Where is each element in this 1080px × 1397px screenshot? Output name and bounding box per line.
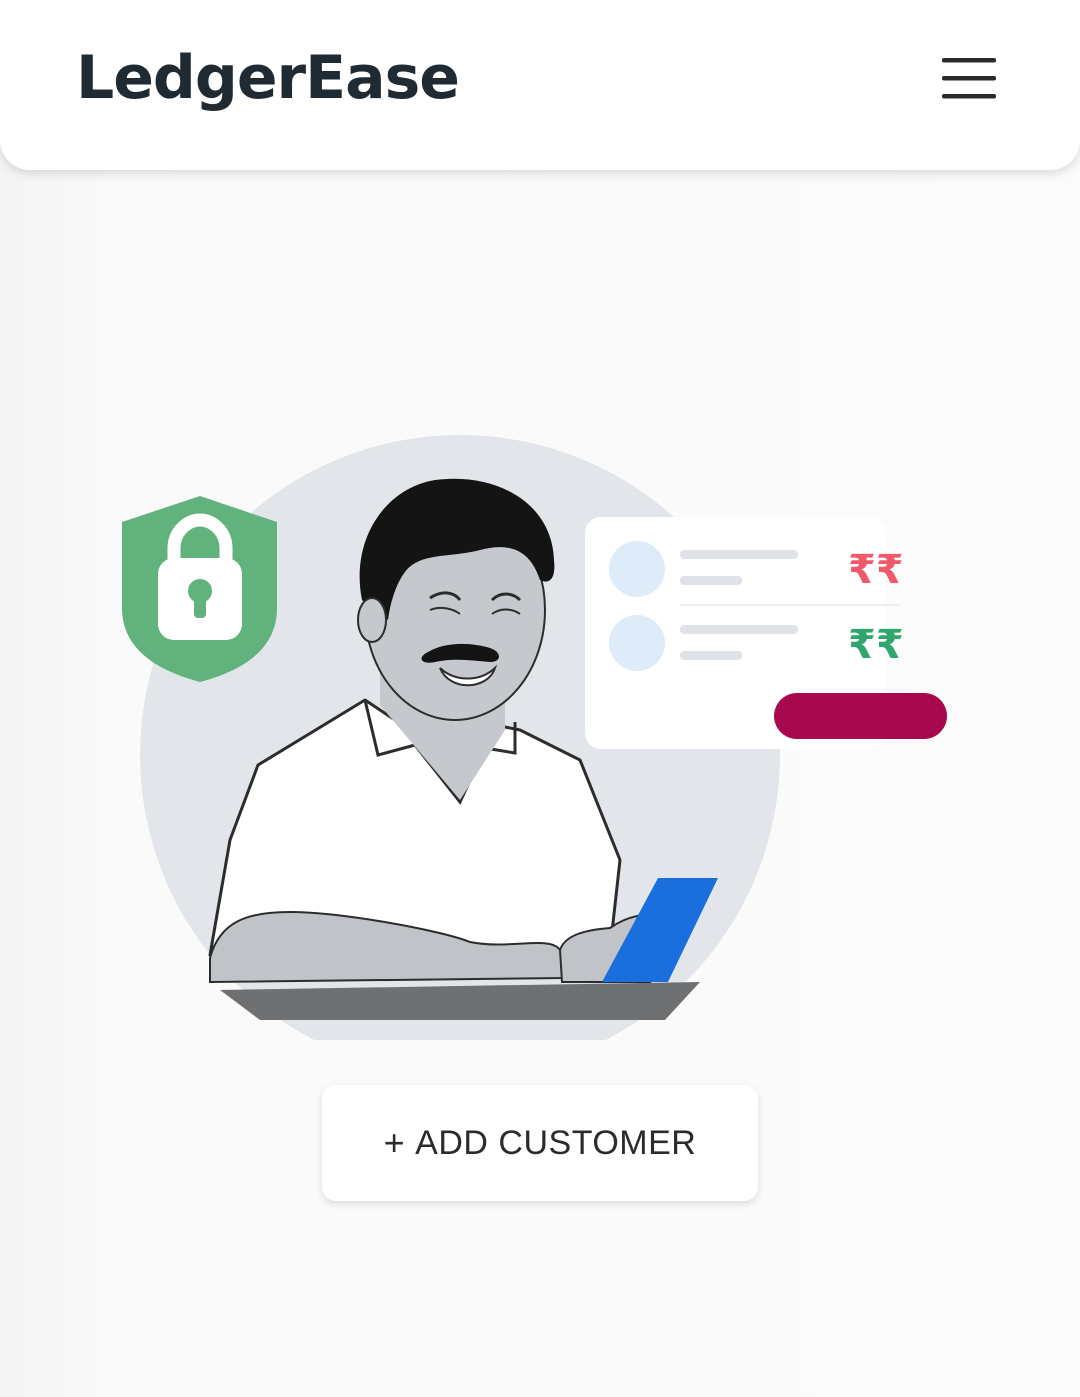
pay-pill	[774, 693, 947, 739]
plus-icon: +	[383, 1122, 406, 1163]
customer-avatar-2	[609, 615, 665, 671]
hamburger-menu-icon	[942, 58, 996, 99]
customer-avatar-1	[609, 541, 665, 597]
add-customer-button[interactable]: + ADD CUSTOMER	[322, 1085, 758, 1201]
app-title: LedgerEase	[76, 43, 460, 113]
app-bar: LedgerEase	[0, 0, 1080, 170]
menu-button[interactable]	[932, 48, 1006, 110]
debit-amount: ₹₹	[848, 547, 904, 593]
hero-illustration: ₹₹ ₹₹	[110, 430, 970, 1075]
add-customer-label: ADD CUSTOMER	[415, 1123, 697, 1162]
credit-amount: ₹₹	[848, 622, 904, 668]
app-screen: LedgerEase ₹₹ ₹₹ + ADD CUSTOMER	[0, 0, 1080, 1397]
security-shield-icon	[122, 496, 277, 682]
